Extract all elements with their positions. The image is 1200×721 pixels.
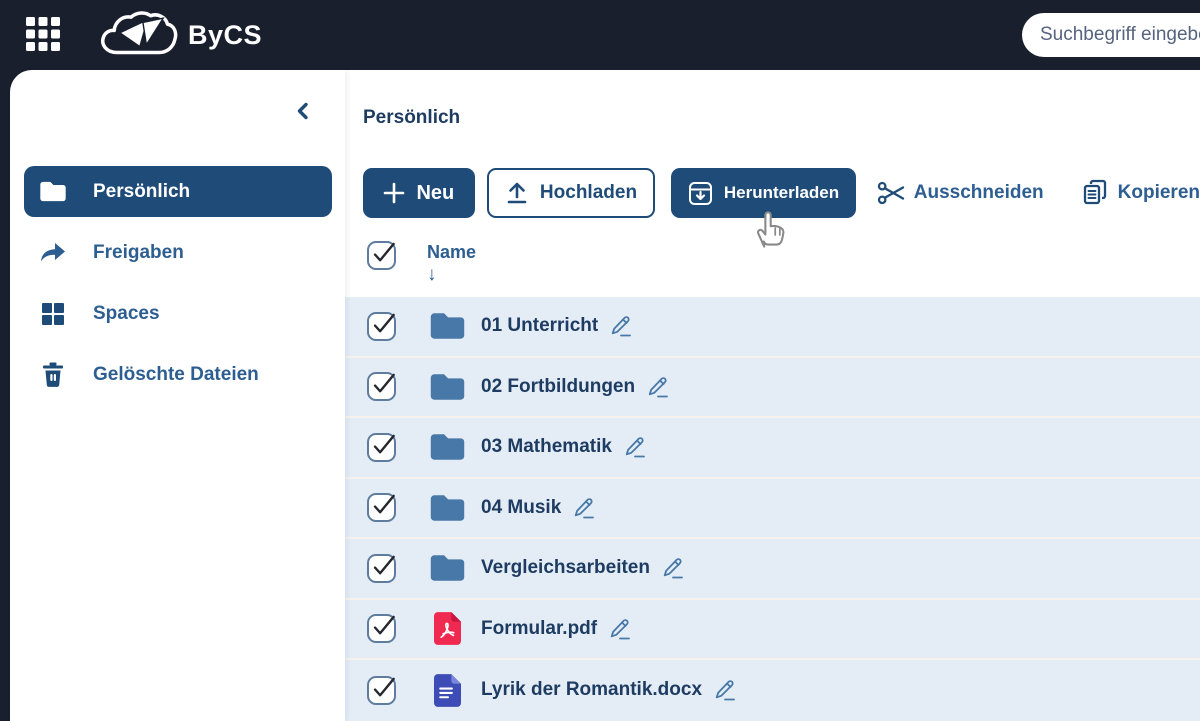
file-name: Vergleichsarbeiten: [481, 557, 650, 579]
check-icon: [370, 311, 397, 338]
plus-icon: [383, 182, 405, 204]
apps-grid-icon[interactable]: [24, 15, 62, 53]
file-name: 01 Unterricht: [481, 315, 598, 337]
sidebar-item-label: Freigaben: [93, 242, 184, 264]
upload-icon: [505, 181, 529, 205]
sidebar-item-geloeschte-dateien[interactable]: Gelöschte Dateien: [24, 349, 332, 400]
table-row[interactable]: Vergleichsarbeiten: [345, 539, 1200, 600]
row-checkbox[interactable]: [367, 554, 396, 583]
file-list: 01 Unterricht: [345, 297, 1200, 721]
scissors-icon: [877, 180, 905, 206]
rename-button[interactable]: [660, 556, 685, 580]
upload-button[interactable]: Hochladen: [487, 168, 656, 218]
row-checkbox[interactable]: [367, 676, 396, 705]
brand-name: ByCS: [188, 20, 262, 51]
file-name: 03 Mathematik: [481, 436, 612, 458]
folder-icon: [429, 372, 466, 402]
file-name: Formular.pdf: [481, 618, 597, 640]
copy-button-label: Kopieren: [1118, 182, 1200, 204]
edit-pencil-icon: [607, 617, 632, 641]
table-row[interactable]: Formular.pdf: [345, 600, 1200, 661]
folder-icon: [429, 553, 466, 583]
upload-button-label: Hochladen: [540, 182, 637, 204]
download-button-label: Herunterladen: [724, 183, 839, 203]
cloud-plane-logo-icon: [96, 8, 180, 62]
grid-icon: [38, 302, 68, 326]
check-icon: [370, 432, 397, 459]
check-icon: [370, 675, 397, 702]
name-column-header[interactable]: Name ↓: [427, 242, 476, 297]
docx-icon: [434, 674, 461, 707]
sidebar-item-label: Gelöschte Dateien: [93, 364, 259, 386]
edit-pencil-icon: [608, 314, 633, 338]
edit-pencil-icon: [645, 375, 670, 399]
toolbar: Neu Hochladen Herunterladen: [345, 168, 1200, 218]
download-icon: [688, 181, 713, 206]
row-checkbox[interactable]: [367, 433, 396, 462]
sidebar-item-persoenlich[interactable]: Persönlich: [24, 166, 332, 217]
check-icon: [370, 553, 397, 580]
copy-button[interactable]: Kopieren: [1082, 179, 1200, 207]
rename-button[interactable]: [607, 617, 632, 641]
search-input[interactable]: [1040, 24, 1200, 46]
row-checkbox[interactable]: [367, 493, 396, 522]
edit-pencil-icon: [571, 496, 596, 520]
rename-button[interactable]: [622, 435, 647, 459]
table-row[interactable]: Lyrik der Romantik.docx: [345, 660, 1200, 721]
folder-icon: [38, 180, 68, 203]
sidebar-item-spaces[interactable]: Spaces: [24, 288, 332, 339]
page-title: Persönlich: [363, 107, 460, 129]
download-button[interactable]: Herunterladen: [671, 168, 856, 218]
cut-button[interactable]: Ausschneiden: [877, 180, 1044, 206]
table-header: Name ↓: [345, 228, 1200, 297]
file-name: 02 Fortbildungen: [481, 376, 635, 398]
folder-icon: [429, 311, 466, 341]
sidebar-item-label: Persönlich: [93, 181, 190, 203]
row-checkbox[interactable]: [367, 372, 396, 401]
row-checkbox[interactable]: [367, 614, 396, 643]
check-icon: [370, 613, 397, 640]
sidebar: Persönlich Freigaben Spaces: [10, 70, 345, 721]
sort-descending-icon[interactable]: ↓: [427, 265, 476, 284]
topbar: ByCS: [0, 0, 1200, 70]
table-row[interactable]: 02 Fortbildungen: [345, 358, 1200, 419]
table-row[interactable]: 01 Unterricht: [345, 297, 1200, 358]
folder-icon: [429, 493, 466, 523]
sidebar-collapse-chevron-icon[interactable]: [289, 98, 317, 126]
sidebar-item-label: Spaces: [93, 303, 160, 325]
edit-pencil-icon: [622, 435, 647, 459]
rename-button[interactable]: [712, 678, 737, 702]
name-header-label: Name: [427, 242, 476, 263]
file-name: 04 Musik: [481, 497, 561, 519]
check-icon: [370, 492, 397, 519]
new-button[interactable]: Neu: [363, 168, 475, 218]
main-content: Persönlich Neu Hochladen Herunterladen: [345, 70, 1200, 721]
cut-button-label: Ausschneiden: [914, 182, 1044, 204]
table-row[interactable]: 03 Mathematik: [345, 418, 1200, 479]
rename-button[interactable]: [608, 314, 633, 338]
row-checkbox[interactable]: [367, 312, 396, 341]
file-name: Lyrik der Romantik.docx: [481, 679, 702, 701]
check-icon: [370, 240, 397, 267]
brand-logo[interactable]: ByCS: [96, 8, 262, 62]
folder-icon: [429, 432, 466, 462]
rename-button[interactable]: [645, 375, 670, 399]
new-button-label: Neu: [416, 182, 454, 205]
sidebar-item-freigaben[interactable]: Freigaben: [24, 227, 332, 278]
copy-icon: [1082, 179, 1109, 207]
share-icon: [38, 241, 68, 265]
rename-button[interactable]: [571, 496, 596, 520]
search-bar: [1022, 13, 1200, 57]
edit-pencil-icon: [660, 556, 685, 580]
apps-grid-icon: [24, 15, 62, 53]
pdf-icon: [434, 612, 461, 645]
edit-pencil-icon: [712, 678, 737, 702]
table-row[interactable]: 04 Musik: [345, 479, 1200, 540]
check-icon: [370, 371, 397, 398]
select-all-checkbox[interactable]: [367, 241, 396, 270]
trash-icon: [38, 362, 68, 388]
